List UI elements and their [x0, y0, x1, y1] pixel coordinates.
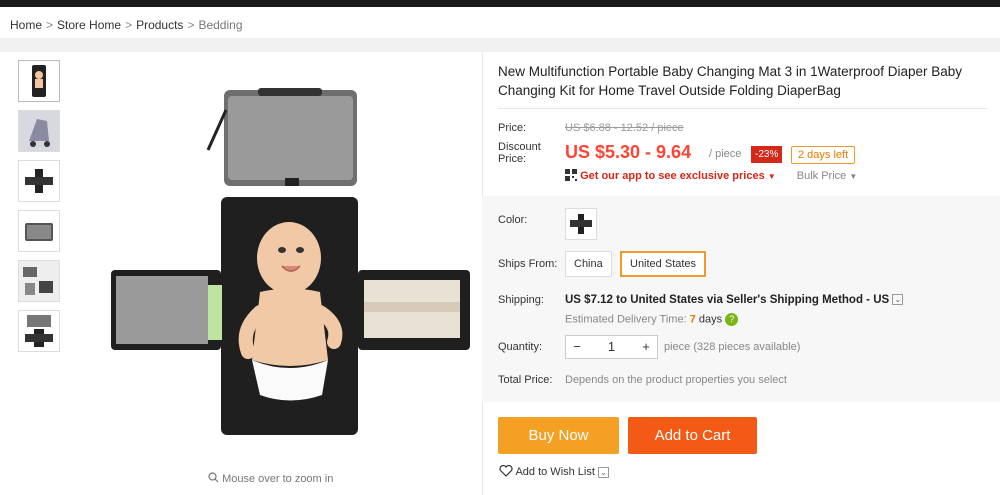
color-option-black[interactable]: [565, 208, 597, 240]
thumbnail-6[interactable]: [18, 310, 60, 352]
product-title: New Multifunction Portable Baby Changing…: [498, 64, 962, 98]
ships-from-label: Ships From:: [498, 258, 558, 270]
price-label: Price:: [498, 122, 527, 134]
thumbnail-list: [18, 60, 60, 360]
quantity-plus-button[interactable]: +: [635, 336, 657, 358]
breadcrumb: Home > Store Home > Products > Bedding: [10, 18, 243, 32]
thumbnail-1[interactable]: [18, 60, 60, 102]
delivery-days: 7: [689, 313, 696, 326]
app-promo-line: Get our app to see exclusive prices ▼ Bu…: [565, 169, 857, 182]
quantity-available: piece (328 pieces available): [664, 341, 801, 353]
add-to-cart-button[interactable]: Add to Cart: [628, 417, 757, 454]
thumbnail-4[interactable]: [18, 210, 60, 252]
delivery-label: Estimated Delivery Time:: [565, 313, 687, 326]
bulk-price-link[interactable]: Bulk Price: [797, 170, 847, 182]
shipping-method: to United States via Seller's Shipping M…: [616, 294, 890, 306]
app-promo-chevron-icon: ▼: [767, 172, 776, 181]
quantity-label: Quantity:: [498, 341, 543, 353]
discount-price: US $5.30 - 9.64: [565, 142, 692, 162]
breadcrumb-bedding[interactable]: Bedding: [198, 18, 242, 32]
help-icon[interactable]: ?: [725, 313, 739, 326]
separator-strip: [0, 38, 1000, 52]
thumbnail-2[interactable]: [18, 110, 60, 152]
product-main-image[interactable]: [100, 80, 480, 450]
total-price-text: Depends on the product properties you se…: [565, 374, 787, 386]
zoom-hint: Mouse over to zoom in: [208, 472, 333, 485]
days-left-badge: 2 days left: [791, 146, 856, 164]
wish-list-dropdown-icon[interactable]: ⌄: [598, 466, 609, 478]
shipping-dropdown-icon[interactable]: ⌄: [892, 294, 904, 306]
bulk-price-chevron-icon: ▼: [849, 172, 858, 181]
shipping-cost: US $7.12: [565, 294, 613, 306]
wish-list-link[interactable]: Add to Wish List: [515, 466, 594, 478]
shipping-info: US $7.12 to United States via Seller's S…: [565, 294, 904, 306]
discount-price-label: Discount Price:: [498, 141, 541, 165]
total-price-label: Total Price:: [498, 374, 553, 386]
discount-badge: -23%: [751, 146, 783, 163]
color-label: Color:: [498, 214, 528, 226]
zoom-hint-text: Mouse over to zoom in: [222, 473, 334, 485]
app-promo-link[interactable]: Get our app to see exclusive prices: [580, 170, 765, 182]
top-bar: [0, 0, 1000, 7]
breadcrumb-store-home[interactable]: Store Home: [57, 18, 121, 32]
breadcrumb-home[interactable]: Home: [10, 18, 42, 32]
thumbnail-3[interactable]: [18, 160, 60, 202]
quantity-input[interactable]: 1: [588, 336, 635, 358]
breadcrumb-products[interactable]: Products: [136, 18, 183, 32]
wish-list-row[interactable]: Add to Wish List ⌄: [499, 464, 609, 478]
magnifier-icon: [208, 472, 219, 483]
delivery-time: Estimated Delivery Time: 7 days ?: [565, 313, 739, 326]
title-divider: [498, 108, 988, 109]
per-piece: / piece: [709, 148, 742, 160]
quantity-minus-button[interactable]: −: [566, 336, 588, 358]
buy-now-button[interactable]: Buy Now: [498, 417, 619, 454]
quantity-stepper: − 1 +: [565, 335, 658, 359]
delivery-unit: days: [698, 313, 723, 326]
thumbnail-5[interactable]: [18, 260, 60, 302]
qr-code-icon: [565, 169, 577, 181]
heart-icon: [499, 464, 513, 477]
old-price: US $6.88 - 12.52 / piece: [565, 122, 684, 134]
shipping-label: Shipping:: [498, 294, 544, 306]
ships-from-united-states[interactable]: United States: [620, 251, 707, 277]
ships-from-china[interactable]: China: [565, 251, 612, 277]
